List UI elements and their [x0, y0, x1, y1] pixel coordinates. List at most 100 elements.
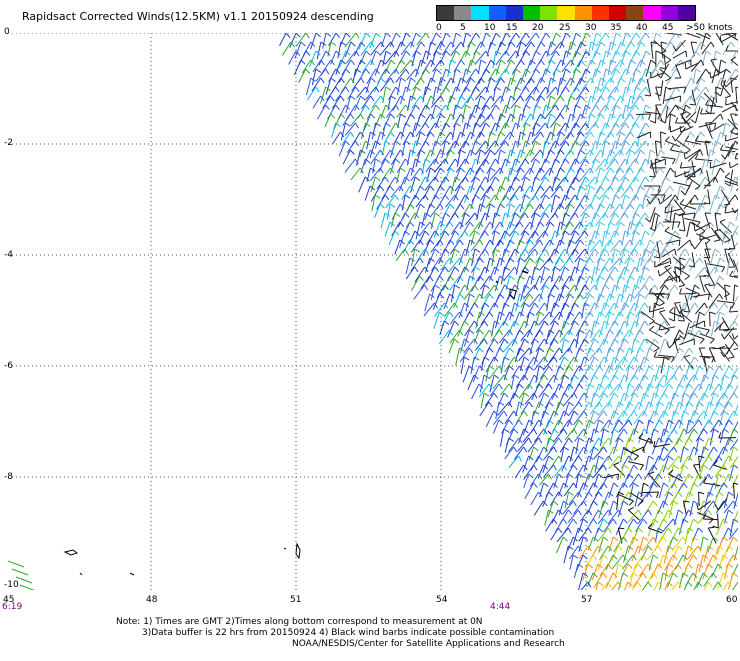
- x-axis-label: 54: [436, 595, 447, 605]
- wind-barb: [680, 323, 690, 339]
- wind-barb: [317, 42, 326, 59]
- wind-barb: [581, 492, 592, 505]
- y-axis-label: -10: [4, 580, 19, 590]
- wind-barb: [576, 438, 584, 454]
- wind-barb: [731, 128, 739, 138]
- wind-barb: [450, 312, 462, 324]
- legend-swatch: [454, 6, 471, 20]
- wind-barb: [586, 60, 596, 75]
- wind-barb: [552, 69, 560, 83]
- wind-barb: [514, 447, 527, 459]
- wind-barb: [451, 285, 459, 302]
- wind-barb: [611, 195, 620, 209]
- wind-barb: [391, 186, 403, 197]
- wind-barb: [682, 510, 693, 526]
- wind-barb: [703, 366, 713, 382]
- wind-barb: [517, 114, 525, 129]
- wind-barb: [532, 384, 544, 400]
- wind-barb: [512, 330, 523, 346]
- wind-barb: [313, 60, 324, 72]
- wind-barb: [676, 555, 688, 569]
- wind-barb: [690, 501, 699, 516]
- x-axis-label: 51: [290, 595, 301, 605]
- wind-barb: [310, 51, 321, 67]
- wind-barb: [597, 339, 608, 353]
- wind-barb: [643, 402, 654, 416]
- wind-barb: [710, 162, 726, 168]
- legend-swatch: [471, 6, 488, 20]
- wind-barb: [608, 393, 619, 407]
- wind-barb: [565, 429, 577, 440]
- wind-barb: [406, 258, 415, 274]
- wind-barb: [595, 420, 604, 434]
- wind-barb: [397, 159, 409, 173]
- wind-barb: [563, 393, 577, 407]
- wind-barb: [623, 474, 633, 488]
- wind-barb: [700, 276, 706, 292]
- wind-barb: [547, 96, 555, 110]
- wind-barb: [516, 150, 526, 166]
- wind-barb: [634, 168, 645, 182]
- wind-barb: [370, 141, 380, 158]
- wind-barb: [584, 474, 594, 490]
- wind-barb: [668, 456, 682, 470]
- wind-barb: [12, 569, 28, 575]
- wind-barb: [534, 96, 545, 111]
- legend-swatch: [506, 6, 523, 20]
- wind-barb: [660, 339, 669, 354]
- wind-barb: [295, 42, 306, 59]
- wind-barb: [681, 393, 689, 409]
- y-axis-label: -8: [4, 472, 13, 482]
- wind-barb: [612, 33, 621, 50]
- wind-barb: [673, 51, 687, 58]
- wind-barb: [661, 132, 667, 149]
- wind-barb: [560, 33, 571, 49]
- wind-barb: [464, 330, 474, 347]
- wind-barb: [723, 123, 731, 138]
- legend-label: 0: [436, 23, 442, 33]
- wind-barb: [577, 339, 588, 354]
- wind-barb: [474, 132, 485, 145]
- wind-barb: [413, 78, 424, 90]
- wind-barb: [538, 177, 549, 190]
- wind-barb: [521, 141, 531, 158]
- wind-barb: [431, 51, 440, 67]
- wind-barb: [574, 96, 585, 111]
- wind-barb: [623, 348, 634, 364]
- note-line: Note: 1) Times are GMT 2)Times along bot…: [116, 617, 483, 628]
- pass-time-label: 4:44: [490, 602, 510, 612]
- wind-barb: [536, 231, 548, 243]
- wind-barb: [715, 474, 724, 489]
- legend-swatch: [626, 6, 643, 20]
- wind-barb: [505, 114, 515, 128]
- wind-barb: [561, 213, 570, 230]
- island-outline: [80, 573, 82, 575]
- wind-barb: [532, 132, 544, 143]
- wind-barb: [646, 456, 654, 471]
- wind-barb: [685, 294, 695, 311]
- wind-barb: [299, 69, 310, 83]
- wind-barb: [529, 69, 540, 83]
- wind-barb: [582, 312, 593, 326]
- wind-barb: [550, 231, 560, 246]
- wind-barb: [732, 510, 738, 527]
- wind-barb: [702, 384, 713, 401]
- wind-barb: [496, 114, 505, 131]
- wind-barb: [391, 150, 404, 165]
- wind-barb: [719, 195, 729, 209]
- wind-barb: [407, 78, 416, 92]
- wind-barb: [691, 582, 702, 590]
- wind-barb: [650, 106, 656, 123]
- wind-barb: [390, 33, 400, 47]
- wind-barb: [627, 177, 639, 190]
- wind-barb: [496, 312, 505, 328]
- wind-barb: [610, 384, 622, 396]
- wind-barb: [518, 339, 529, 355]
- wind-barb: [672, 366, 683, 379]
- wind-barb: [736, 204, 738, 220]
- wind-barb: [473, 348, 484, 363]
- wind-barb: [592, 564, 602, 580]
- wind-barb: [596, 168, 605, 185]
- legend-label: 35: [610, 23, 621, 33]
- wind-barb: [704, 402, 714, 419]
